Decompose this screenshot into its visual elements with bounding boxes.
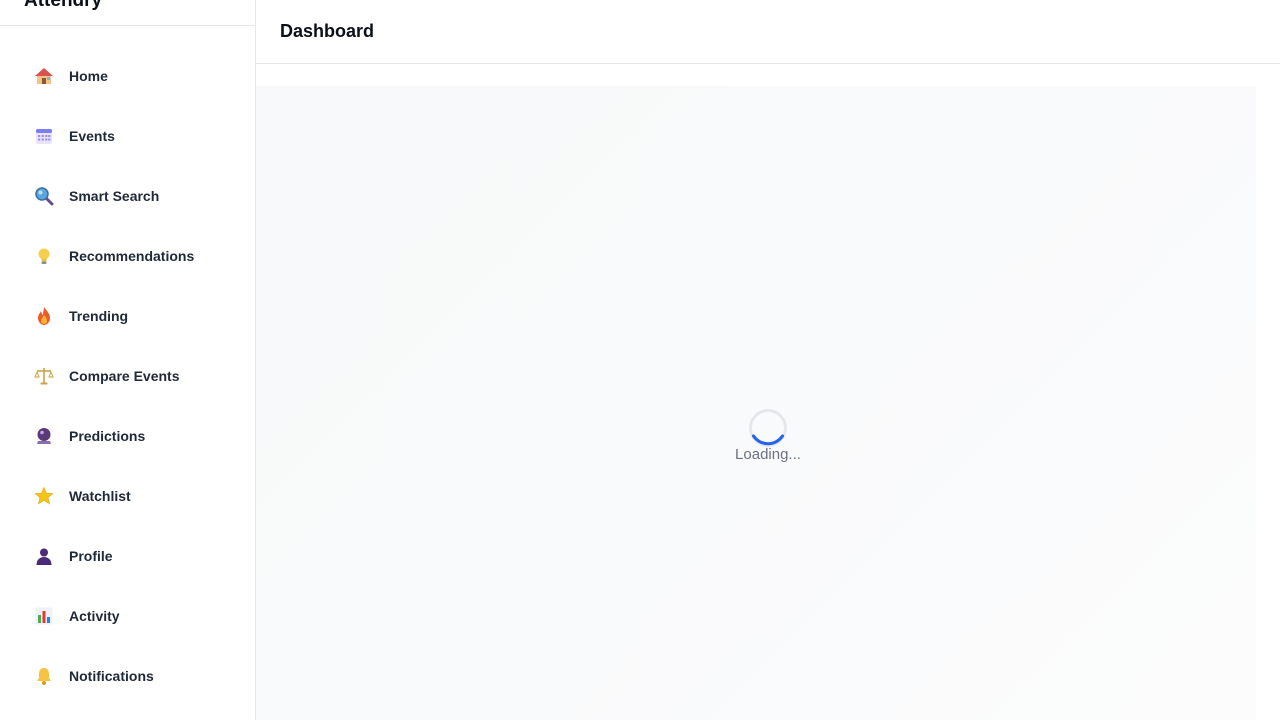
scales-icon: [34, 366, 54, 386]
sidebar-item-label: Trending: [69, 308, 129, 324]
crystal-ball-icon: [34, 426, 54, 446]
sidebar-item-smart-search[interactable]: Smart Search: [0, 166, 255, 226]
house-icon: [34, 66, 54, 86]
sidebar-item-home[interactable]: Home: [0, 46, 255, 106]
app-logo-text[interactable]: Attendry: [24, 0, 255, 13]
app-root: Attendry Home Events Smart Search Recomm…: [0, 0, 1280, 720]
sidebar-item-label: Predictions: [69, 428, 146, 444]
sidebar-item-label: Profile: [69, 548, 113, 564]
sidebar-item-activity[interactable]: Activity: [0, 586, 255, 646]
star-icon: [34, 486, 54, 506]
sidebar-item-label: Home: [69, 68, 108, 84]
sidebar-item-label: Notifications: [69, 668, 154, 684]
bell-icon: [34, 666, 54, 686]
sidebar-item-label: Activity: [69, 608, 120, 624]
main-content: Loading...: [256, 64, 1280, 720]
calendar-icon: [34, 126, 54, 146]
loading-indicator: [256, 86, 1256, 720]
sidebar-item-watchlist[interactable]: Watchlist: [0, 466, 255, 526]
sidebar-item-compare-events[interactable]: Compare Events: [0, 346, 255, 406]
sidebar-item-label: Smart Search: [69, 188, 160, 204]
sidebar-item-predictions[interactable]: Predictions: [0, 406, 255, 466]
lightbulb-icon: [34, 246, 54, 266]
page-title: Dashboard: [280, 21, 375, 41]
sidebar: Attendry Home Events Smart Search Recomm…: [0, 0, 256, 720]
brand: Attendry: [0, 0, 255, 26]
sidebar-item-label: Compare Events: [69, 368, 180, 384]
person-silhouette-icon: [34, 546, 54, 566]
sidebar-item-trending[interactable]: Trending: [0, 286, 255, 346]
sidebar-item-label: Watchlist: [69, 488, 131, 504]
sidebar-item-recommendations[interactable]: Recommendations: [0, 226, 255, 286]
sidebar-item-events[interactable]: Events: [0, 106, 255, 166]
magnifier-icon: [34, 186, 54, 206]
sidebar-item-label: Recommendations: [69, 248, 195, 264]
dashboard-panel: [256, 86, 1256, 720]
fire-icon: [34, 306, 54, 326]
loading-text: Loading...: [735, 446, 801, 463]
loading-spinner-icon: [748, 408, 788, 448]
sidebar-item-label: Events: [69, 128, 115, 144]
bar-chart-icon: [34, 606, 54, 626]
sidebar-nav: Home Events Smart Search Recommendations…: [0, 46, 255, 706]
sidebar-item-profile[interactable]: Profile: [0, 526, 255, 586]
top-header: Dashboard: [256, 0, 1280, 64]
sidebar-item-notifications[interactable]: Notifications: [0, 646, 255, 706]
